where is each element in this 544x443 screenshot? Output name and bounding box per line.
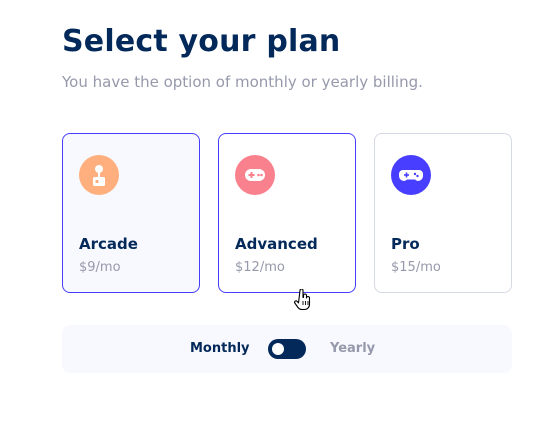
controller-icon (391, 155, 431, 195)
arcade-joystick-icon (79, 155, 119, 195)
plan-card-pro[interactable]: Pro $15/mo (374, 133, 512, 293)
toggle-knob (272, 343, 284, 355)
plan-name: Pro (391, 235, 420, 253)
plan-price: $9/mo (79, 260, 121, 275)
plan-name: Advanced (235, 235, 318, 253)
billing-monthly-label[interactable]: Monthly (190, 341, 250, 356)
plan-card-advanced[interactable]: Advanced $12/mo (218, 133, 356, 293)
plan-selection-page: Select your plan You have the option of … (0, 0, 544, 443)
billing-yearly-label[interactable]: Yearly (330, 341, 375, 356)
plan-price: $12/mo (235, 260, 285, 275)
plan-card-arcade[interactable]: Arcade $9/mo (62, 133, 200, 293)
page-title: Select your plan (62, 24, 341, 59)
hand-pointer-cursor-icon (294, 289, 311, 311)
billing-toggle-switch[interactable] (268, 339, 306, 359)
page-subtitle: You have the option of monthly or yearly… (62, 73, 423, 91)
plan-name: Arcade (79, 235, 138, 253)
plan-price: $15/mo (391, 260, 441, 275)
billing-toggle-bar: Monthly Yearly (62, 325, 512, 373)
gamepad-icon (235, 155, 275, 195)
